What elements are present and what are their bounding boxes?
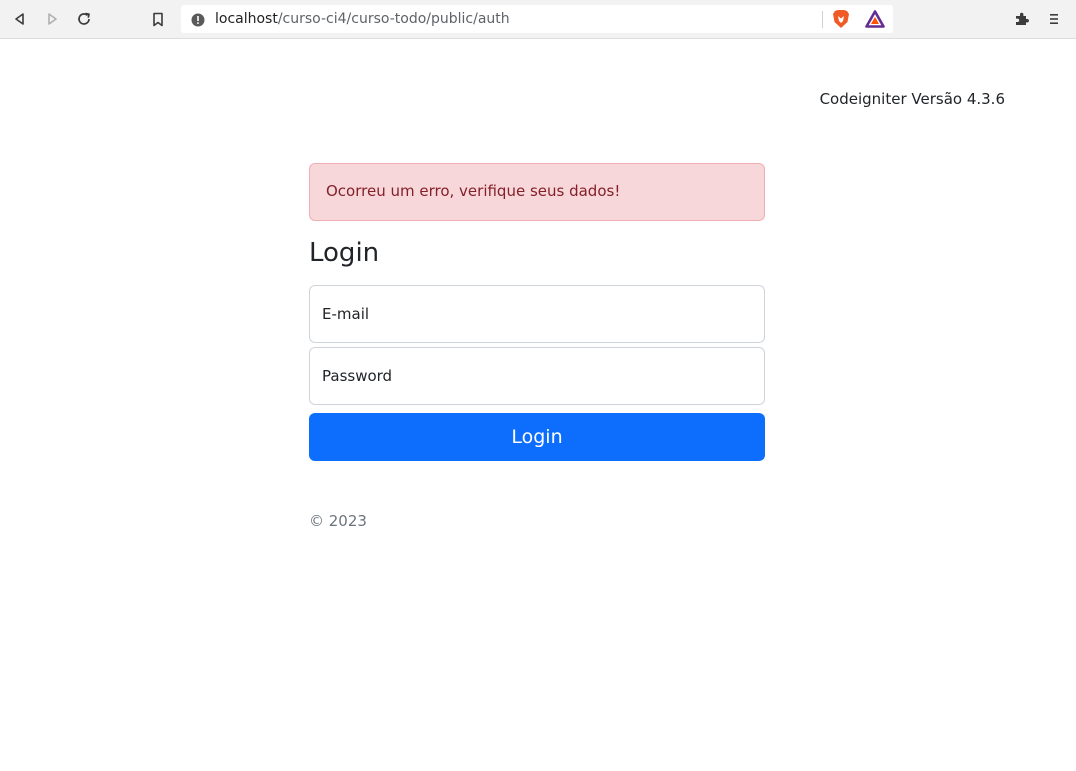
menu-icon[interactable] [1043, 8, 1065, 30]
forward-icon[interactable] [41, 8, 63, 30]
bookmark-icon[interactable] [147, 8, 169, 30]
page-title: Login [309, 238, 380, 268]
login-button[interactable]: Login [309, 413, 765, 461]
address-bar[interactable]: localhost/curso-ci4/curso-todo/public/au… [181, 5, 893, 33]
reload-icon[interactable] [73, 8, 95, 30]
site-info-icon[interactable] [191, 12, 205, 27]
password-field[interactable] [309, 347, 765, 405]
error-alert-text: Ocorreu um erro, verifique seus dados! [326, 182, 621, 200]
brave-rewards-icon[interactable] [865, 10, 885, 28]
url-text[interactable]: localhost/curso-ci4/curso-todo/public/au… [215, 11, 510, 27]
password-input[interactable] [310, 348, 764, 404]
url-divider [822, 11, 823, 28]
framework-version: Codeigniter Versão 4.3.6 [819, 90, 1005, 108]
url-path: /curso-ci4/curso-todo/public/auth [277, 11, 510, 27]
email-field[interactable] [309, 285, 765, 343]
browser-toolbar: localhost/curso-ci4/curso-todo/public/au… [0, 0, 1076, 39]
brave-shields-icon[interactable] [832, 9, 850, 29]
extensions-icon[interactable] [1011, 8, 1033, 30]
footer-copyright: © 2023 [309, 512, 367, 530]
back-icon[interactable] [9, 8, 31, 30]
email-input[interactable] [310, 286, 764, 342]
error-alert: Ocorreu um erro, verifique seus dados! [309, 163, 765, 221]
url-host: localhost [215, 11, 278, 27]
